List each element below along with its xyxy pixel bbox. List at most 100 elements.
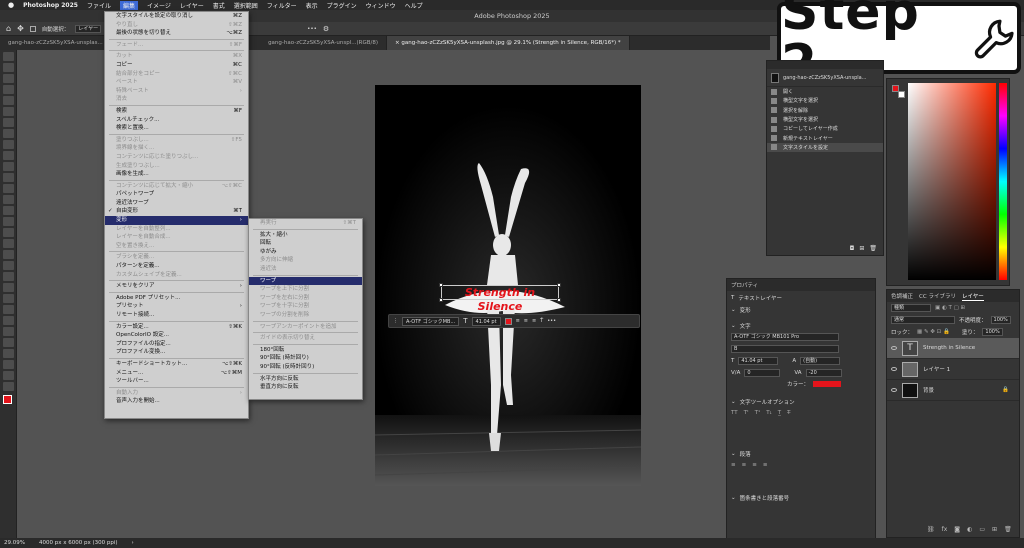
blend-mode-select[interactable]: 通常 [891, 316, 955, 324]
lock-icons[interactable]: ▦ ✎ ✥ ⊡ 🔒 [917, 329, 950, 335]
hue-slider[interactable] [999, 83, 1007, 280]
background-color-swatch[interactable] [898, 91, 905, 98]
menu-3[interactable]: イメージ [147, 1, 171, 10]
transform-menu-item[interactable]: 90°回転 (時計回り) [249, 354, 362, 363]
transform-handle[interactable] [557, 283, 561, 287]
leading-field[interactable]: (自動) [800, 357, 841, 365]
history-state[interactable]: 新規テキストレイヤー [767, 133, 883, 142]
align-right-icon[interactable]: ≡ [752, 462, 757, 468]
tool-icon[interactable] [3, 96, 14, 105]
fx-icon[interactable]: fx [942, 526, 948, 533]
zoom-level[interactable]: 29.09% [4, 540, 25, 546]
font-select[interactable]: A-OTF ゴシックMB... [402, 316, 460, 326]
edit-menu-item[interactable]: プロファイル変換... [105, 348, 248, 357]
transform-menu-item[interactable]: 90°回転 (反時計回り) [249, 363, 362, 372]
kerning-field[interactable]: 0 [744, 369, 781, 377]
edit-menu-item[interactable]: リモート接続... [105, 311, 248, 320]
new-snapshot-icon[interactable]: ⊞ [859, 245, 864, 252]
transform-menu-item[interactable]: 拡大・縮小 [249, 231, 362, 240]
edit-menu-item[interactable]: 画像を生成... [105, 170, 248, 179]
tool-icon[interactable] [3, 261, 14, 270]
tool-icon[interactable] [3, 382, 14, 391]
menu-4[interactable]: レイヤー [180, 1, 204, 10]
section-character[interactable]: ⌄ 文字 [727, 321, 875, 331]
drag-handle-icon[interactable]: ⋮ [393, 318, 398, 324]
history-state[interactable]: 開く [767, 87, 883, 96]
folder-icon[interactable]: ▭ [979, 526, 985, 533]
edit-menu-item[interactable]: 音声入力を開始... [105, 397, 248, 406]
tool-icon[interactable] [3, 151, 14, 160]
tool-icon[interactable] [3, 349, 14, 358]
layer-row[interactable]: T Strength in Silence [887, 338, 1019, 359]
auto-select-target[interactable]: レイヤー [75, 24, 102, 33]
tool-icon[interactable] [3, 250, 14, 259]
link-icon[interactable]: ⛓ [927, 526, 935, 533]
text-color-swatch[interactable] [813, 381, 841, 387]
text-option-icon[interactable]: Tᵗ [744, 410, 749, 416]
text-option-icon[interactable]: T̶ [787, 410, 790, 416]
layer-row[interactable]: 背景 🔒 [887, 380, 1019, 401]
tool-icon[interactable] [3, 283, 14, 292]
new-layer-icon[interactable]: ⊞ [992, 526, 997, 533]
transform-menu-item[interactable]: 垂直方向に反転 [249, 383, 362, 392]
edit-menu-item[interactable]: パターンを定義... [105, 262, 248, 271]
tool-icon[interactable] [3, 327, 14, 336]
tab-2[interactable]: CC ライブラリ [919, 292, 956, 300]
tool-icon[interactable] [3, 74, 14, 83]
transform-menu-item[interactable]: 水平方向に反転 [249, 375, 362, 384]
edit-menu-item[interactable]: メモリをクリア › [105, 282, 248, 291]
tool-icon[interactable] [3, 85, 14, 94]
section-bullets[interactable]: ⌄ 箇条書きと段落番号 [727, 493, 875, 503]
text-color-swatch[interactable] [504, 317, 512, 325]
edit-menu-item[interactable]: 最後の状態を切り替え ⌥⌘Z [105, 29, 248, 38]
app-name-menu[interactable]: Photoshop 2025 [23, 2, 78, 9]
fill-field[interactable]: 100% [982, 328, 1003, 336]
trash-icon[interactable]: 🗑 [869, 245, 877, 252]
menu-2[interactable]: 編集 [119, 0, 138, 10]
transform-handle[interactable] [557, 298, 561, 302]
tool-icon[interactable] [3, 118, 14, 127]
more-icon[interactable]: ••• [547, 318, 556, 324]
menu-6[interactable]: 選択範囲 [234, 1, 258, 10]
edit-menu-item[interactable]: プリセット › [105, 302, 248, 311]
menu-5[interactable]: 書式 [213, 1, 225, 10]
edit-menu-item[interactable]: 変形 › [105, 216, 248, 225]
transform-handle[interactable] [439, 298, 443, 302]
tool-icon[interactable] [3, 162, 14, 171]
transform-menu-item[interactable]: 180°回転 [249, 346, 362, 355]
tool-icon[interactable] [3, 52, 14, 61]
tool-icon[interactable] [3, 294, 14, 303]
text-option-icon[interactable]: T₁ [766, 410, 772, 416]
menu-10[interactable]: ウィンドウ [366, 1, 396, 10]
justify-icon[interactable]: ≡ [763, 462, 768, 468]
warp-text-icon[interactable]: T̃ [540, 318, 543, 324]
tool-icon[interactable] [3, 305, 14, 314]
settings-icon[interactable]: ⚙ [323, 25, 329, 33]
tool-icon[interactable] [3, 129, 14, 138]
layer-filter-kind[interactable]: 種類 [891, 304, 931, 312]
menu-1[interactable]: ファイル [87, 1, 111, 10]
eye-icon[interactable] [891, 367, 897, 371]
chevron-right-icon[interactable]: › [132, 540, 134, 546]
edit-menu-item[interactable]: Adobe PDF プリセット... [105, 294, 248, 303]
text-option-icon[interactable]: T̲ [778, 410, 781, 416]
camera-icon[interactable]: ◘ [850, 245, 855, 252]
align-center-icon[interactable]: ≡ [742, 462, 747, 468]
edit-menu-item[interactable]: ✓ 自由変形 ⌘T [105, 207, 248, 216]
tab-3[interactable]: レイヤー [961, 292, 984, 301]
more-options-button[interactable]: ••• [307, 26, 317, 32]
tool-icon[interactable] [3, 239, 14, 248]
edit-menu-item[interactable]: 遠近法ワープ [105, 199, 248, 208]
tool-icon[interactable] [3, 316, 14, 325]
tool-icon[interactable] [3, 371, 14, 380]
tool-icon[interactable] [3, 107, 14, 116]
color-field[interactable] [908, 83, 996, 280]
tab-properties[interactable]: プロパティ [731, 281, 758, 289]
tool-icon[interactable] [3, 217, 14, 226]
align-right-icon[interactable]: ≡ [532, 318, 536, 324]
menu-7[interactable]: フィルター [267, 1, 297, 10]
layer-row[interactable]: レイヤー 1 [887, 359, 1019, 380]
transform-menu-item[interactable]: ゆがみ [249, 248, 362, 257]
section-text-options[interactable]: ⌄ 文字ツールオプション [727, 397, 875, 407]
edit-menu-item[interactable]: カラー設定... ⇧⌘K [105, 323, 248, 332]
